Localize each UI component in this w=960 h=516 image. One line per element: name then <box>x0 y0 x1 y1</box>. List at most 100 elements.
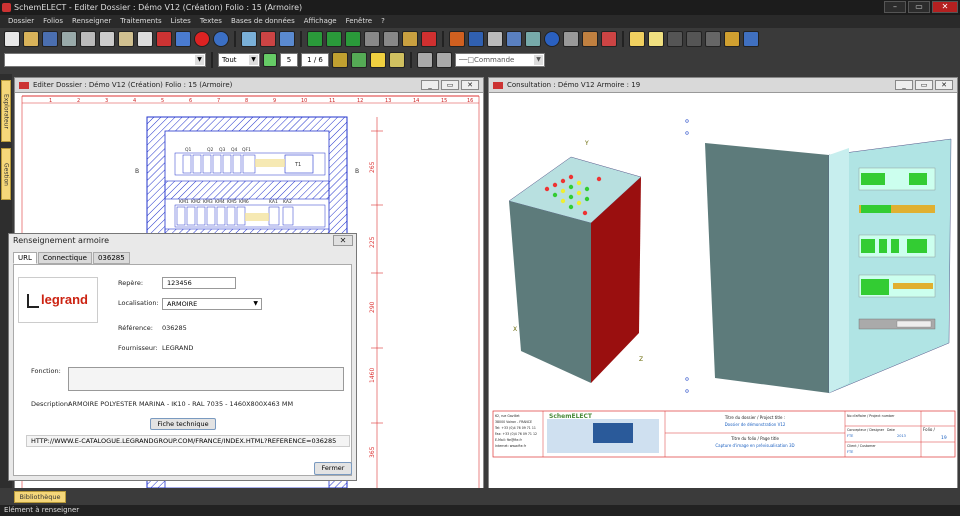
paste-icon[interactable] <box>118 31 134 47</box>
copy-icon[interactable] <box>99 31 115 47</box>
address-line: Internet: www.fte.fr <box>495 444 527 448</box>
localisation-select[interactable]: ARMOIRE ▼ <box>162 298 262 310</box>
tab-connectique[interactable]: Connectique <box>37 252 92 264</box>
module-icon[interactable] <box>686 31 702 47</box>
wire-duct <box>255 159 285 167</box>
save-all-icon[interactable] <box>61 31 77 47</box>
window-controls: – ▭ ✕ <box>884 1 958 13</box>
first-page-icon[interactable] <box>307 31 323 47</box>
module-edit-icon[interactable] <box>705 31 721 47</box>
description-value: ARMOIRE POLYESTER MARINA - IK10 - RAL 70… <box>68 400 294 408</box>
zoom-combo[interactable]: Tout ▼ <box>218 53 260 67</box>
url-field[interactable]: HTTP://WWW.E-CATALOGUE.LEGRANDGROUP.COM/… <box>26 435 350 447</box>
dialog-close-button[interactable]: ✕ <box>333 235 353 246</box>
toolbar-separator <box>622 31 624 47</box>
menu-bases[interactable]: Bases de données <box>231 15 295 28</box>
open-folder-icon[interactable] <box>23 31 39 47</box>
info-icon[interactable] <box>544 31 560 47</box>
repere-label: Repère: <box>118 279 144 287</box>
menu-listes[interactable]: Listes <box>171 15 191 28</box>
address-line: 38000 Voiron - FRANCE <box>495 420 532 424</box>
chevron-down-icon: ▼ <box>195 55 204 65</box>
menu-traitements[interactable]: Traitements <box>120 15 161 28</box>
toolbar-separator <box>211 52 213 68</box>
fermer-button[interactable]: Fermer <box>314 462 352 475</box>
brush-icon[interactable] <box>436 52 452 68</box>
app-title: SchemELECT - Editer Dossier : Démo V12 (… <box>14 3 303 12</box>
dialog-title: Renseignement armoire <box>13 236 110 245</box>
folder-dark-icon[interactable] <box>667 31 683 47</box>
symbol-combo[interactable]: ▼ <box>4 53 206 67</box>
erase-icon[interactable] <box>601 31 617 47</box>
address-line: E-Mail: fte@fte.fr <box>495 438 523 442</box>
back-icon[interactable] <box>364 31 380 47</box>
table-icon[interactable] <box>487 31 503 47</box>
grid-icon[interactable] <box>263 53 277 67</box>
save-icon[interactable] <box>42 31 58 47</box>
check-icon[interactable] <box>260 31 276 47</box>
tab-reference[interactable]: 036285 <box>92 252 130 264</box>
tab-url[interactable]: URL <box>13 252 37 264</box>
new-file-icon[interactable] <box>4 31 20 47</box>
open-cabinet-door[interactable] <box>705 143 829 393</box>
toolbar-separator <box>300 31 302 47</box>
3d-view-canvas[interactable]: Y X Z SchemELECT 62, rue Gavillet 38000 … <box>489 93 957 488</box>
previous-page-icon[interactable] <box>326 31 342 47</box>
image-icon[interactable] <box>506 31 522 47</box>
repere-field[interactable]: 123456 <box>162 277 236 289</box>
folio-number: 19 <box>941 435 947 441</box>
url-panel: legrand Repère: 123456 Localisation: ARM… <box>13 264 352 476</box>
help-icon[interactable] <box>213 31 229 47</box>
open-cabinet-side <box>829 148 849 393</box>
settings-icon[interactable] <box>743 31 759 47</box>
draw-icon[interactable] <box>351 52 367 68</box>
minimize-button[interactable]: – <box>884 1 906 13</box>
fiche-technique-button[interactable]: Fiche technique <box>150 418 216 430</box>
text-icon[interactable] <box>468 31 484 47</box>
command-combo[interactable]: ──□Commande ▼ <box>455 53 545 67</box>
select-icon[interactable] <box>525 31 541 47</box>
gestion-tab[interactable]: Gestion <box>1 148 11 200</box>
note-icon[interactable] <box>629 31 645 47</box>
edit-icon[interactable] <box>279 31 295 47</box>
line-icon[interactable] <box>417 52 433 68</box>
light-bulb-icon[interactable] <box>370 52 386 68</box>
menu-textes[interactable]: Textes <box>200 15 222 28</box>
landscape-icon[interactable] <box>241 31 257 47</box>
maximize-button[interactable]: ▭ <box>908 1 930 13</box>
editor-minimize-button[interactable]: _ <box>421 80 439 90</box>
pen-icon[interactable] <box>402 31 418 47</box>
add-note-icon[interactable] <box>648 31 664 47</box>
align-icon[interactable] <box>332 52 348 68</box>
print-icon[interactable] <box>137 31 153 47</box>
page-field[interactable]: 5 <box>280 53 298 67</box>
undo-icon[interactable] <box>175 31 191 47</box>
device-label: Q3 <box>219 147 226 153</box>
document-icon[interactable] <box>724 31 740 47</box>
editor-restore-button[interactable]: ▭ <box>441 80 459 90</box>
explorer-tab[interactable]: Explorateur <box>1 80 11 142</box>
menu-fenetre[interactable]: Fenêtre <box>346 15 372 28</box>
next-page-icon[interactable] <box>345 31 361 47</box>
menu-dossier[interactable]: Dossier <box>8 15 34 28</box>
viewer-restore-button[interactable]: ▭ <box>915 80 933 90</box>
viewer-minimize-button[interactable]: _ <box>895 80 913 90</box>
stop-icon[interactable] <box>194 31 210 47</box>
viewer-close-button[interactable]: ✕ <box>935 80 953 90</box>
forward-icon[interactable] <box>383 31 399 47</box>
bibliotheque-tab[interactable]: Bibliothèque <box>14 491 66 503</box>
fonction-field[interactable] <box>68 367 344 391</box>
menu-renseigner[interactable]: Renseigner <box>72 15 111 28</box>
marker-icon[interactable] <box>421 31 437 47</box>
cut-icon[interactable] <box>80 31 96 47</box>
menu-affichage[interactable]: Affichage <box>304 15 337 28</box>
editor-close-button[interactable]: ✕ <box>461 80 479 90</box>
close-button[interactable]: ✕ <box>932 1 958 13</box>
cross-icon[interactable] <box>563 31 579 47</box>
ruler-icon[interactable] <box>582 31 598 47</box>
menu-help[interactable]: ? <box>381 15 385 28</box>
snap-icon[interactable] <box>389 52 405 68</box>
delete-icon[interactable] <box>156 31 172 47</box>
menu-folios[interactable]: Folios <box>43 15 63 28</box>
component-icon[interactable] <box>449 31 465 47</box>
